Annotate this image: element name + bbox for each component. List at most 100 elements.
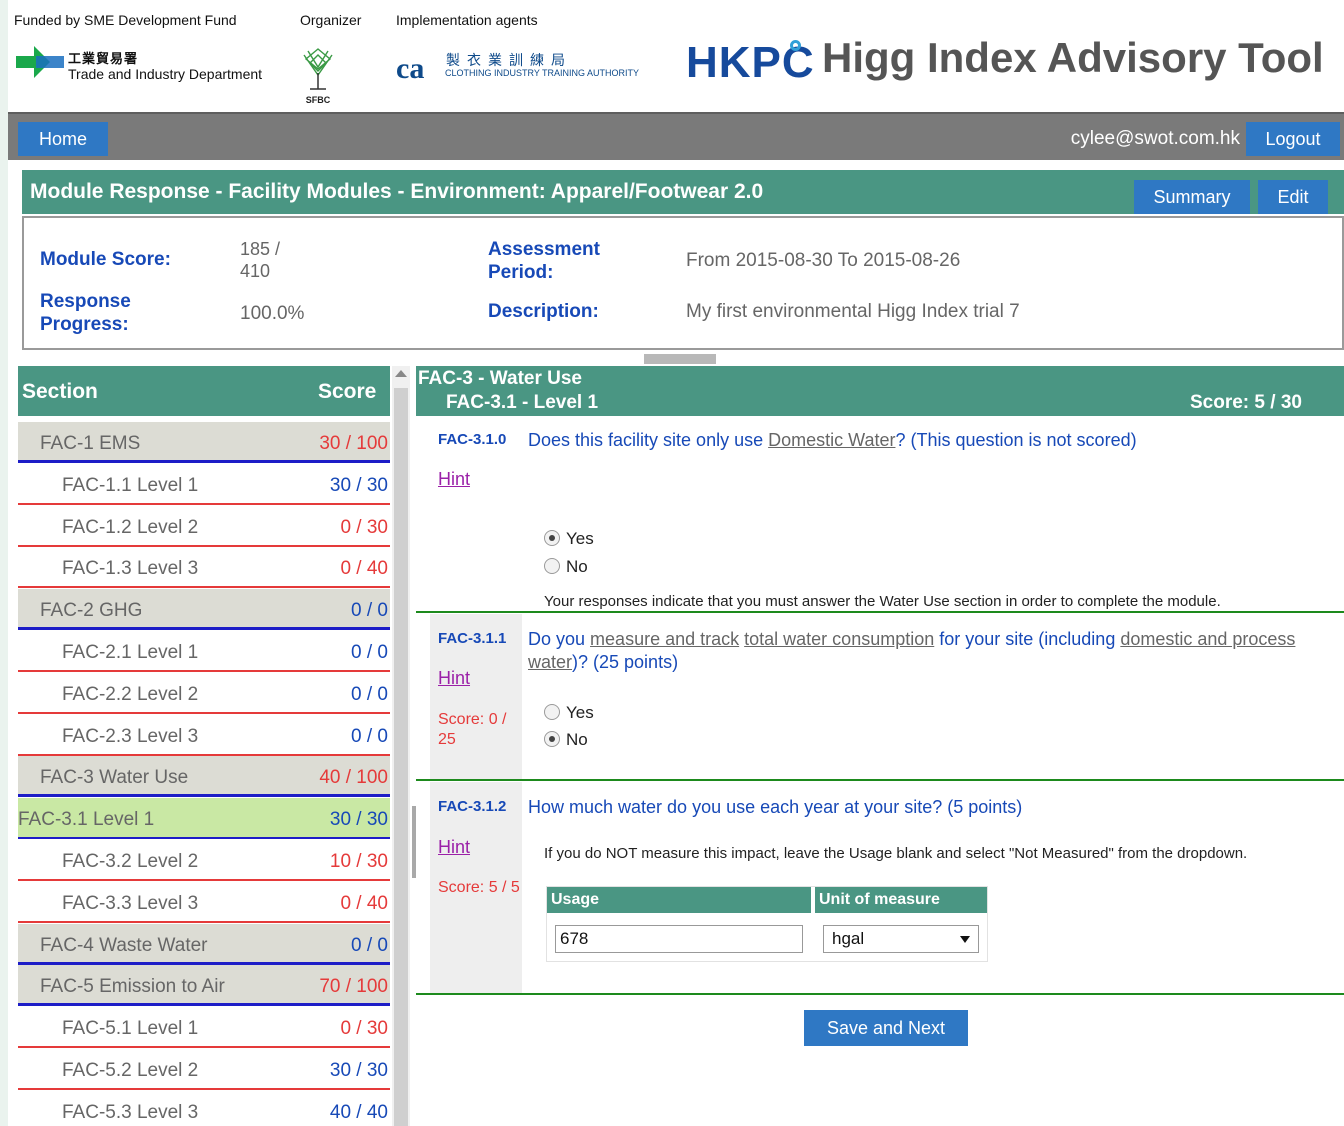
page: Funded by SME Development Fund Organizer… (0, 0, 1344, 1126)
row-label: FAC-2.1 Level 1 (62, 642, 199, 663)
assessment-period-label: Assessment Period: (488, 238, 600, 284)
row-score: 0 / 40 (340, 893, 388, 914)
question-text-part: Do you (528, 629, 591, 649)
logout-button[interactable]: Logout (1246, 122, 1340, 156)
assessment-period-label-line2: Period: (488, 262, 554, 283)
row-score: 40 / 40 (329, 1102, 388, 1123)
subsection-row[interactable]: FAC-1.2 Level 2 0 / 30 (18, 506, 390, 547)
question-number: FAC-3.1.2 (438, 798, 507, 815)
subsection-row[interactable]: FAC-2.3 Level 3 0 / 0 (18, 715, 390, 756)
trade-industry-en: Trade and Industry Department (68, 66, 263, 82)
question-block: FAC-3.1.1 Do you measure and track total… (416, 614, 1344, 780)
row-label: FAC-2.2 Level 2 (62, 684, 199, 705)
radio-yes-label: Yes (566, 703, 594, 722)
section-row[interactable]: FAC-3 Water Use 40 / 100 (18, 756, 390, 797)
radio-selected-icon[interactable] (544, 530, 560, 546)
radio-unselected-icon[interactable] (544, 704, 560, 720)
sfbc-logo: SFBC (303, 48, 333, 105)
subsection-row[interactable]: FAC-3.2 Level 2 10 / 30 (18, 840, 390, 881)
unit-selected-value: hgal (832, 929, 865, 948)
subsection-row[interactable]: FAC-5.3 Level 3 40 / 40 (18, 1091, 390, 1126)
implementation-text: Implementation agents (396, 12, 538, 28)
home-button[interactable]: Home (18, 122, 108, 156)
hint-link[interactable]: Hint (438, 837, 470, 858)
edit-button[interactable]: Edit (1258, 180, 1328, 214)
section-list-scrollbar[interactable] (392, 366, 410, 1126)
radio-selected-icon[interactable] (544, 731, 560, 747)
cita-en: CLOTHING INDUSTRY TRAINING AUTHORITY (445, 68, 640, 78)
glossary-link-total-water[interactable]: total water consumption (744, 629, 934, 649)
question-text-part: for your site (including (934, 629, 1121, 649)
not-measured-note: If you do NOT measure this impact, leave… (544, 845, 1248, 862)
row-label: FAC-5.2 Level 2 (62, 1060, 199, 1081)
response-progress-label: Response Progress: (40, 290, 131, 336)
row-score: 0 / 30 (340, 517, 388, 538)
subsection-row[interactable]: FAC-1.1 Level 1 30 / 30 (18, 464, 390, 505)
unit-of-measure-select[interactable]: hgal (823, 925, 979, 953)
subsection-row[interactable]: FAC-2.1 Level 1 0 / 0 (18, 631, 390, 672)
section-title: FAC-3 - Water Use (418, 368, 582, 389)
question-separator (416, 779, 1344, 781)
row-score: 30 / 100 (319, 433, 388, 454)
radio-no[interactable]: No (544, 557, 588, 577)
section-row[interactable]: FAC-5 Emission to Air 70 / 100 (18, 965, 390, 1006)
subsection-row[interactable]: FAC-5.2 Level 2 30 / 30 (18, 1049, 390, 1090)
question-separator (416, 611, 1344, 613)
module-score-value-line1: 185 / (240, 239, 281, 259)
subsection-row[interactable]: FAC-1.3 Level 3 0 / 40 (18, 547, 390, 588)
row-label: FAC-1 EMS (40, 433, 141, 454)
scroll-track[interactable] (394, 388, 408, 1126)
row-score: 0 / 0 (351, 684, 388, 705)
sfbc-text: SFBC (306, 95, 331, 105)
description-value: My first environmental Higg Index trial … (686, 301, 1020, 322)
question-separator (416, 993, 1344, 995)
hint-link[interactable]: Hint (438, 469, 470, 490)
row-score: 40 / 100 (319, 767, 388, 788)
usage-table: Usage Unit of measure 678 hgal (546, 886, 988, 962)
row-label: FAC-3 Water Use (40, 767, 189, 788)
question-text-part: )? (25 points) (572, 652, 679, 672)
subsection-row[interactable]: FAC-2.2 Level 2 0 / 0 (18, 673, 390, 714)
subsection-title: FAC-3.1 - Level 1 (446, 392, 599, 413)
subsection-row[interactable]: FAC-3.1 Level 1 30 / 30 (18, 798, 390, 839)
question-number: FAC-3.1.0 (438, 431, 507, 448)
module-bar: Module Response - Facility Modules - Env… (22, 170, 1344, 214)
row-score: 0 / 0 (351, 600, 388, 621)
usage-input[interactable]: 678 (555, 925, 803, 953)
row-score: 30 / 30 (329, 475, 388, 496)
glossary-link-measure-track[interactable]: measure and track (590, 629, 739, 649)
question-text-part: ? (This question is not scored) (895, 430, 1137, 450)
save-and-next-button[interactable]: Save and Next (804, 1010, 968, 1046)
summary-button[interactable]: Summary (1134, 180, 1250, 214)
water-use-note: Your responses indicate that you must an… (544, 593, 1221, 610)
subsection-row[interactable]: FAC-5.1 Level 1 0 / 30 (18, 1007, 390, 1048)
section-row[interactable]: FAC-4 Waste Water 0 / 0 (18, 924, 390, 965)
row-label: FAC-2 GHG (40, 600, 143, 621)
module-info-box: Module Score: 185 / 410 Response Progres… (22, 216, 1344, 350)
row-label: FAC-5.3 Level 3 (62, 1102, 199, 1123)
radio-no[interactable]: No (544, 730, 588, 750)
row-label: FAC-2.3 Level 3 (62, 726, 199, 747)
row-label: FAC-5 Emission to Air (40, 976, 225, 997)
subsection-row[interactable]: FAC-3.3 Level 3 0 / 40 (18, 882, 390, 923)
module-score-value-line2: 410 (240, 261, 271, 281)
radio-yes[interactable]: Yes (544, 529, 594, 549)
question-score: Score: 5 / 5 (438, 879, 520, 896)
section-row[interactable]: FAC-2 GHG 0 / 0 (18, 589, 390, 630)
row-score: 0 / 0 (351, 642, 388, 663)
module-score-value: 185 / 410 (240, 238, 280, 282)
scroll-up-arrow-icon[interactable] (395, 370, 407, 377)
question-block: FAC-3.1.0 Does this facility site only u… (416, 416, 1344, 612)
radio-unselected-icon[interactable] (544, 558, 560, 574)
panel-splitter-handle[interactable] (644, 354, 716, 364)
section-row[interactable]: FAC-1 EMS 30 / 100 (18, 422, 390, 463)
row-score: 30 / 30 (329, 809, 388, 830)
glossary-link-domestic-water[interactable]: Domestic Water (768, 430, 895, 450)
radio-yes[interactable]: Yes (544, 703, 594, 723)
question-score: Score: 0 / 25 (438, 711, 507, 748)
question-text-part: Does this facility site only use (528, 430, 769, 450)
assessment-period-label-line1: Assessment (488, 239, 600, 260)
description-label: Description: (488, 301, 599, 322)
section-list-panel: Section Score FAC-1 EMS 30 / 100 FAC-1.1 L… (18, 366, 390, 1126)
hint-link[interactable]: Hint (438, 668, 470, 689)
